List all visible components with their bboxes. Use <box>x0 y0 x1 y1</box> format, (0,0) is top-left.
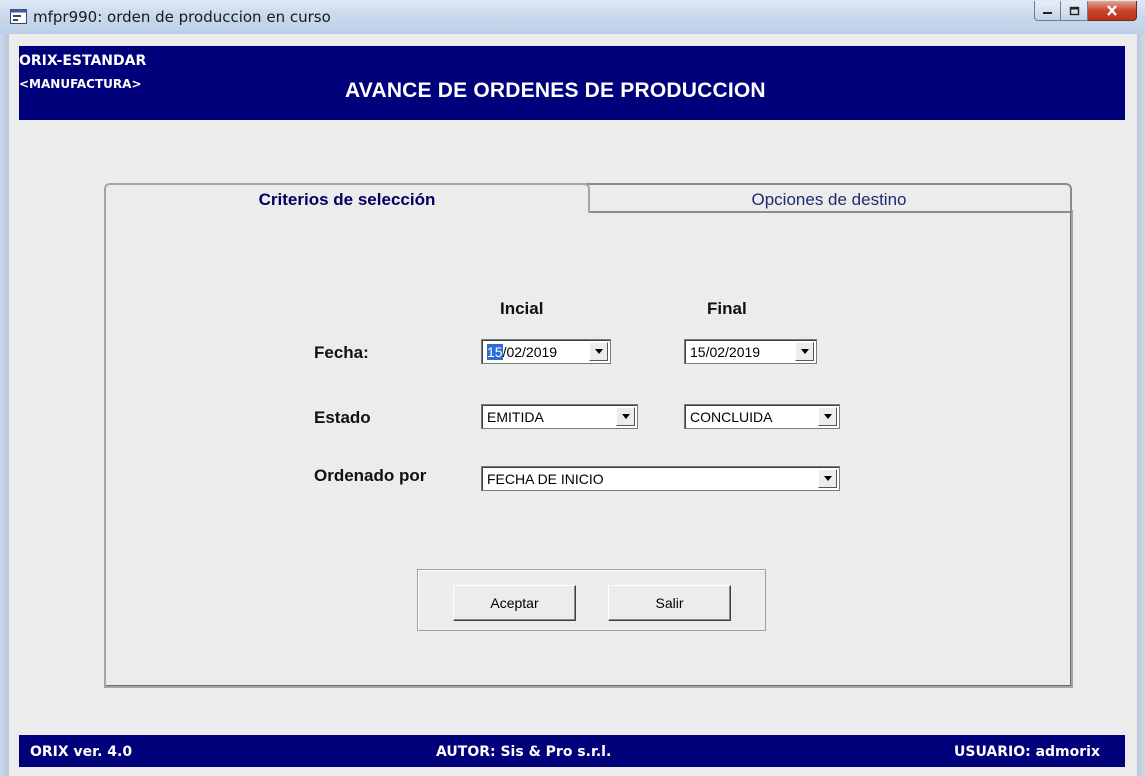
fecha-inicial-rest: /02/2019 <box>502 344 558 360</box>
fecha-inicial-dropdown-button[interactable] <box>589 342 608 361</box>
chevron-down-icon <box>594 349 603 354</box>
ordenado-por-dropdown-button[interactable] <box>818 469 837 488</box>
fecha-inicial-selected-day: 15 <box>487 344 503 360</box>
fecha-final-value: 15/02/2019 <box>690 344 761 360</box>
ordenado-por-select[interactable]: FECHA DE INICIO <box>481 466 840 491</box>
fecha-inicial-value: 15/02/2019 <box>487 344 557 360</box>
estado-final-select[interactable]: CONCLUIDA <box>684 404 840 429</box>
close-icon <box>1107 5 1117 16</box>
estado-final-dropdown-button[interactable] <box>818 407 837 426</box>
fecha-label: Fecha: <box>314 343 369 362</box>
version-label: ORIX ver. 4.0 <box>30 744 133 760</box>
window-title: mfpr990: orden de produccion en curso <box>33 8 331 26</box>
fecha-inicial-picker[interactable]: 15/02/2019 <box>481 339 611 364</box>
tab-opciones-destino[interactable]: Opciones de destino <box>586 183 1072 213</box>
app-icon <box>10 9 27 24</box>
tab-opciones-destino-label: Opciones de destino <box>751 190 907 209</box>
user-label: USUARIO: admorix <box>954 744 1100 760</box>
window-controls <box>1034 1 1137 22</box>
minimize-button[interactable] <box>1034 1 1061 21</box>
page-title: AVANCE DE ORDENES DE PRODUCCION <box>345 79 766 102</box>
module-label: <MANUFACTURA> <box>19 77 142 91</box>
minimize-icon <box>1043 12 1052 14</box>
estado-inicial-select[interactable]: EMITIDA <box>481 404 638 429</box>
fecha-final-dropdown-button[interactable] <box>795 342 814 361</box>
ordenado-por-label: Ordenado por <box>314 466 427 485</box>
brand-label: ORIX-ESTANDAR <box>19 53 147 69</box>
chevron-down-icon <box>800 349 809 354</box>
chevron-down-icon <box>621 414 630 419</box>
column-header-inicial: Incial <box>500 299 544 318</box>
fecha-final-picker[interactable]: 15/02/2019 <box>684 339 817 364</box>
window-frame-left <box>0 34 9 776</box>
author-label: AUTOR: Sis & Pro s.r.l. <box>436 744 612 760</box>
maximize-icon <box>1069 6 1079 15</box>
maximize-button[interactable] <box>1061 1 1088 21</box>
estado-final-value: CONCLUIDA <box>690 409 773 425</box>
tab-criterios-seleccion[interactable]: Criterios de selección <box>104 183 590 213</box>
title-bar[interactable]: mfpr990: orden de produccion en curso <box>0 0 1145 35</box>
tab-criterios-seleccion-label: Criterios de selección <box>258 190 436 209</box>
estado-inicial-dropdown-button[interactable] <box>616 407 635 426</box>
close-button[interactable] <box>1088 1 1137 21</box>
window-frame-right <box>1137 34 1145 776</box>
column-header-final: Final <box>707 299 747 318</box>
aceptar-button[interactable]: Aceptar <box>453 585 576 621</box>
chevron-down-icon <box>823 414 832 419</box>
status-bar: ORIX ver. 4.0 AUTOR: Sis & Pro s.r.l. US… <box>19 735 1125 767</box>
estado-inicial-value: EMITIDA <box>487 409 544 425</box>
estado-label: Estado <box>314 408 371 427</box>
ordenado-por-value: FECHA DE INICIO <box>487 471 604 487</box>
salir-button[interactable]: Salir <box>608 585 731 621</box>
chevron-down-icon <box>823 476 832 481</box>
